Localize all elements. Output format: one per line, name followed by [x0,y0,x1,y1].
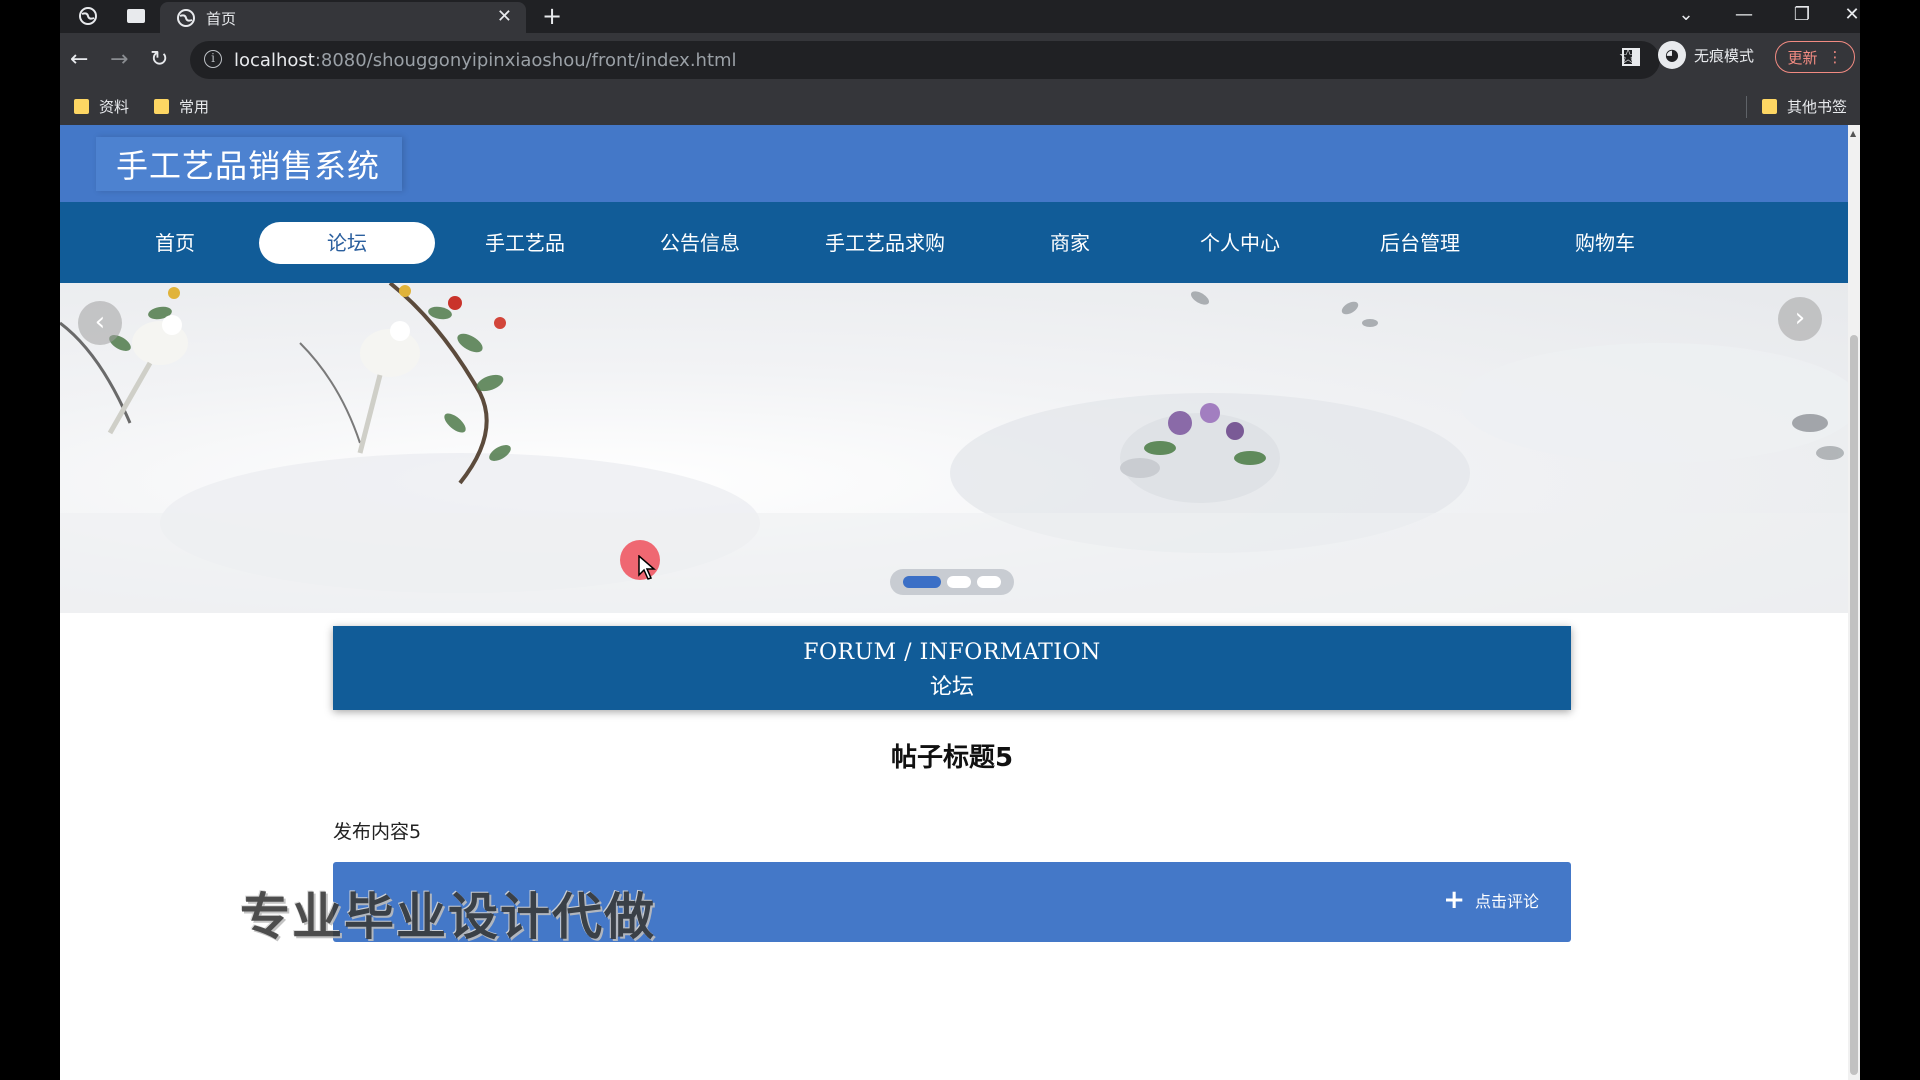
back-icon[interactable]: ← [70,47,88,73]
mouse-cursor-icon [638,555,656,580]
site-title-box: 手工艺品销售系统 [96,137,403,191]
globe-icon[interactable] [78,6,98,26]
address-bar[interactable]: i localhost:8080/shouggonyipinxiaoshou/f… [190,41,1660,79]
carousel-dots [890,569,1014,595]
incognito-label: 无痕模式 [1694,46,1755,65]
nav-item-forum[interactable]: 论坛 [259,222,435,264]
minimize-icon[interactable]: — [1724,2,1764,28]
info-icon[interactable]: i [204,50,222,68]
tab-list-chevron-icon[interactable]: ⌄ [1666,2,1706,28]
more-vert-icon: ⋮ [1827,48,1843,66]
restore-icon[interactable]: ❐ [1782,2,1822,28]
watermark-overlay: 专业毕业设计代做 [240,888,656,946]
update-label: 更新 [1787,48,1818,67]
chevron-right-icon[interactable]: › [1778,297,1822,341]
post-content: 发布内容5 [333,821,422,843]
bookmarks-bar: 资料 常用 其他书签 [60,88,1860,125]
nav-item-cart[interactable]: 购物车 [1550,222,1660,264]
tab-bar: 首页 ✕ + ⌄ — ❐ ✕ [60,0,1860,33]
comment-button-label: 点击评论 [1474,892,1539,911]
bookmark-folder-other[interactable]: 其他书签 [1762,96,1847,117]
banner-carousel[interactable]: ‹ › [60,283,1848,613]
update-button[interactable]: 更新 ⋮ [1775,41,1855,73]
site-title: 手工艺品销售系统 [116,147,381,185]
browser-chrome: 首页 ✕ + ⌄ — ❐ ✕ ← → ↻ i localhost:8080/sh… [60,0,1860,125]
carousel-dot[interactable] [903,576,941,588]
bookmark-label: 资料 [99,98,130,116]
scroll-up-icon[interactable]: ▲ [1850,129,1856,138]
carousel-dot[interactable] [947,576,971,588]
url-path: :8080/shouggonyipinxiaoshou/front/index.… [314,50,737,71]
url-host: localhost [234,50,315,71]
nav-item-purchase-requests[interactable]: 手工艺品求购 [805,222,965,264]
bookmark-label: 其他书签 [1787,98,1848,116]
tab-home[interactable]: 首页 ✕ [160,2,526,33]
url-text[interactable]: localhost:8080/shouggonyipinxiaoshou/fro… [234,50,737,71]
section-title-cn: 论坛 [929,675,974,700]
nav-item-merchants[interactable]: 商家 [1020,222,1120,264]
carousel-dot[interactable] [977,576,1001,588]
screen: 首页 ✕ + ⌄ — ❐ ✕ ← → ↻ i localhost:8080/sh… [0,0,1920,1080]
banner-image [60,283,1848,613]
browser-toolbar: ← → ↻ i localhost:8080/shouggonyipinxiao… [60,33,1860,88]
side-panel-icon[interactable] [1622,48,1640,66]
nav-item-announcements[interactable]: 公告信息 [640,222,760,264]
chevron-left-icon[interactable]: ‹ [78,301,122,345]
nav-item-personal-center[interactable]: 个人中心 [1175,222,1305,264]
bookmark-folder-ziliao[interactable]: 资料 [74,96,129,117]
site-header: 手工艺品销售系统 [60,125,1848,202]
plus-icon: + [1443,885,1465,915]
folder-icon [154,99,169,114]
post-title: 帖子标题5 [890,743,1014,773]
incognito-indicator[interactable]: ◕ 无痕模式 [1658,41,1754,69]
folder-icon [1762,99,1777,114]
section-header: FORUM / INFORMATION 论坛 [333,626,1571,710]
nav-item-home[interactable]: 首页 [120,222,230,264]
nav-item-admin[interactable]: 后台管理 [1360,222,1480,264]
folder-icon [74,99,89,114]
bookmark-folder-changyong[interactable]: 常用 [154,96,209,117]
reload-icon[interactable]: ↻ [150,47,168,73]
tab-search-icon[interactable] [126,6,146,26]
globe-icon [176,8,196,32]
scrollbar-thumb[interactable] [1850,335,1858,1075]
comment-button[interactable]: + 点击评论 [1443,885,1539,915]
close-icon[interactable]: ✕ [497,6,512,27]
page-scrollbar[interactable]: ▲ [1848,125,1860,1080]
window-close-icon[interactable]: ✕ [1840,2,1864,28]
forward-icon[interactable]: → [110,47,128,73]
section-title-en: FORUM / INFORMATION [803,640,1101,665]
main-nav: 首页 论坛 手工艺品 公告信息 手工艺品求购 商家 个人中心 后台管理 购物车 [60,202,1848,283]
tab-title: 首页 [206,10,237,28]
new-tab-icon[interactable]: + [542,2,562,30]
page-viewport: 手工艺品销售系统 首页 论坛 手工艺品 公告信息 手工艺品求购 商家 个人中心 … [60,125,1860,1080]
incognito-icon: ◕ [1658,41,1686,69]
bookmark-label: 常用 [179,98,210,116]
nav-item-handicrafts[interactable]: 手工艺品 [465,222,585,264]
bookmark-separator [1746,96,1747,118]
